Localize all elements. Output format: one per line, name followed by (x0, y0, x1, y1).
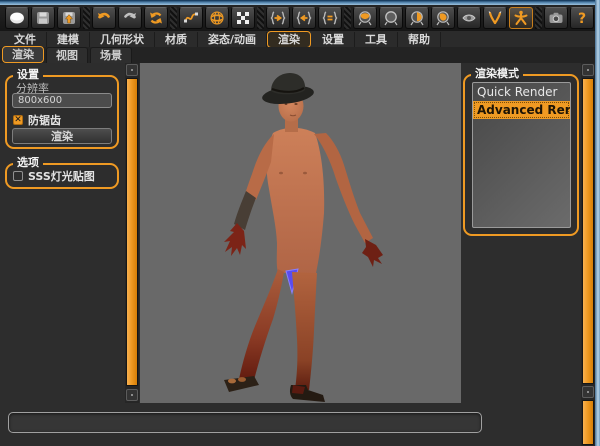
render-mode-advanced[interactable]: Advanced Render (473, 101, 570, 119)
curve-editor-icon (183, 10, 199, 26)
save-icon (35, 10, 51, 26)
curve-editor-button[interactable] (179, 7, 203, 29)
eye-part-button[interactable] (457, 7, 481, 29)
figure-pose-icon (513, 10, 529, 26)
antialias-checkbox[interactable]: ✕ (13, 115, 23, 125)
toolbar-separator (170, 7, 177, 29)
camera-icon (548, 10, 564, 26)
undo-icon (96, 10, 112, 26)
sss-checkbox[interactable] (13, 171, 23, 181)
head-hair-icon (357, 10, 373, 26)
toolbar-separator (83, 7, 90, 29)
new-shape-button[interactable] (5, 7, 29, 29)
figure-pose-button[interactable] (509, 7, 533, 29)
checker-render-button[interactable] (231, 7, 255, 29)
sss-label: SSS灯光贴图 (28, 168, 95, 184)
scrollbar-thumb[interactable] (582, 78, 594, 384)
render-button[interactable]: 渲染 (12, 128, 112, 144)
head-plain-icon (383, 10, 399, 26)
hands-pose-icon (487, 10, 503, 26)
pose-mirror-icon (321, 10, 339, 26)
hands-pose-button[interactable] (483, 7, 507, 29)
menu-tools[interactable]: 工具 (355, 32, 398, 47)
resolution-input[interactable] (12, 93, 112, 108)
render-viewport[interactable] (140, 63, 461, 403)
redo-button[interactable] (118, 7, 142, 29)
refresh-icon (148, 10, 164, 26)
import-save-icon (61, 10, 77, 26)
menu-settings[interactable]: 设置 (312, 32, 355, 47)
menu-geometry[interactable]: 几何形状 (90, 32, 155, 47)
head-morph-icon (409, 10, 425, 26)
new-shape-icon (9, 10, 25, 26)
save-button[interactable] (31, 7, 55, 29)
scrollbar-down-button[interactable] (126, 389, 138, 401)
help-button[interactable]: ? (570, 7, 594, 29)
scrollbar-mid-button[interactable] (582, 386, 594, 398)
menu-material[interactable]: 材质 (155, 32, 198, 47)
toolbar-separator (257, 7, 264, 29)
wireframe-sphere-icon (209, 10, 225, 26)
sss-row: SSS灯光贴图 (13, 168, 95, 184)
toolbar-separator (535, 7, 542, 29)
antialias-row: ✕ 防锯齿 (13, 112, 61, 128)
viewport-scrollbar-left[interactable] (125, 63, 139, 403)
menu-pose-animation[interactable]: 姿态/动画 (198, 32, 267, 47)
window-border-top (0, 0, 600, 5)
render-mode-title: 渲染模式 (471, 67, 523, 81)
window-border-right (595, 0, 600, 446)
render-progress-bar (8, 412, 482, 433)
pose-paste-right-button[interactable] (266, 7, 290, 29)
render-mode-list: Quick Render Advanced Render (472, 82, 571, 228)
pose-paste-right-icon (269, 10, 287, 26)
head-skin-icon (435, 10, 451, 26)
help-icon: ? (574, 10, 590, 26)
menu-file[interactable]: 文件 (4, 32, 47, 47)
head-hair-button[interactable] (353, 7, 377, 29)
redo-icon (122, 10, 138, 26)
render-mode-quick[interactable]: Quick Render (473, 83, 570, 101)
import-save-button[interactable] (57, 7, 81, 29)
pose-paste-left-icon (295, 10, 313, 26)
pose-mirror-button[interactable] (318, 7, 342, 29)
menu-render[interactable]: 渲染 (267, 31, 311, 48)
antialias-label: 防锯齿 (28, 112, 61, 128)
scrollbar-up-button[interactable] (126, 64, 138, 76)
tab-row: 渲染 视图 场景 (0, 47, 595, 63)
menu-modeling[interactable]: 建模 (47, 32, 90, 47)
wireframe-sphere-button[interactable] (205, 7, 229, 29)
menubar: 文件 建模 几何形状 材质 姿态/动画 渲染 设置 工具 帮助 (0, 31, 595, 47)
menu-help[interactable]: 帮助 (398, 32, 441, 47)
tab-scene[interactable]: 场景 (90, 47, 132, 63)
scrollbar-thumb[interactable] (126, 78, 138, 386)
head-skin-button[interactable] (431, 7, 455, 29)
window-scrollbar-right[interactable] (581, 63, 595, 446)
camera-button[interactable] (544, 7, 568, 29)
undo-button[interactable] (92, 7, 116, 29)
scrollbar-up-button[interactable] (582, 64, 594, 76)
human-figure-3d (140, 63, 461, 403)
pose-paste-left-button[interactable] (292, 7, 316, 29)
toolbar-separator (344, 7, 351, 29)
head-morph-button[interactable] (405, 7, 429, 29)
tab-view[interactable]: 视图 (46, 47, 88, 63)
scrollbar-thumb-lower[interactable] (582, 400, 594, 445)
svg-text:?: ? (578, 11, 586, 26)
checker-render-icon (235, 10, 251, 26)
tab-render[interactable]: 渲染 (2, 46, 44, 63)
refresh-button[interactable] (144, 7, 168, 29)
eye-part-icon (461, 10, 477, 26)
head-plain-button[interactable] (379, 7, 403, 29)
toolbar: ? (0, 5, 595, 31)
